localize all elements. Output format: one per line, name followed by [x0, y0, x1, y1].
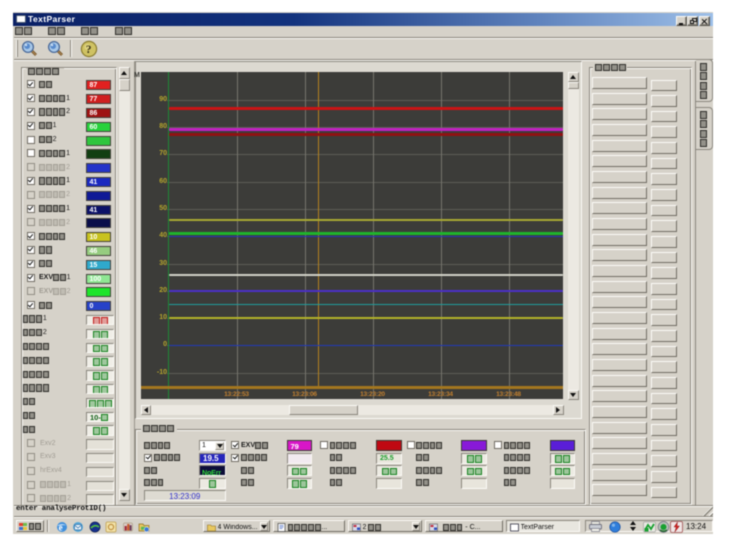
- svg-text:e: e: [59, 522, 63, 532]
- svg-text:?: ?: [86, 44, 92, 56]
